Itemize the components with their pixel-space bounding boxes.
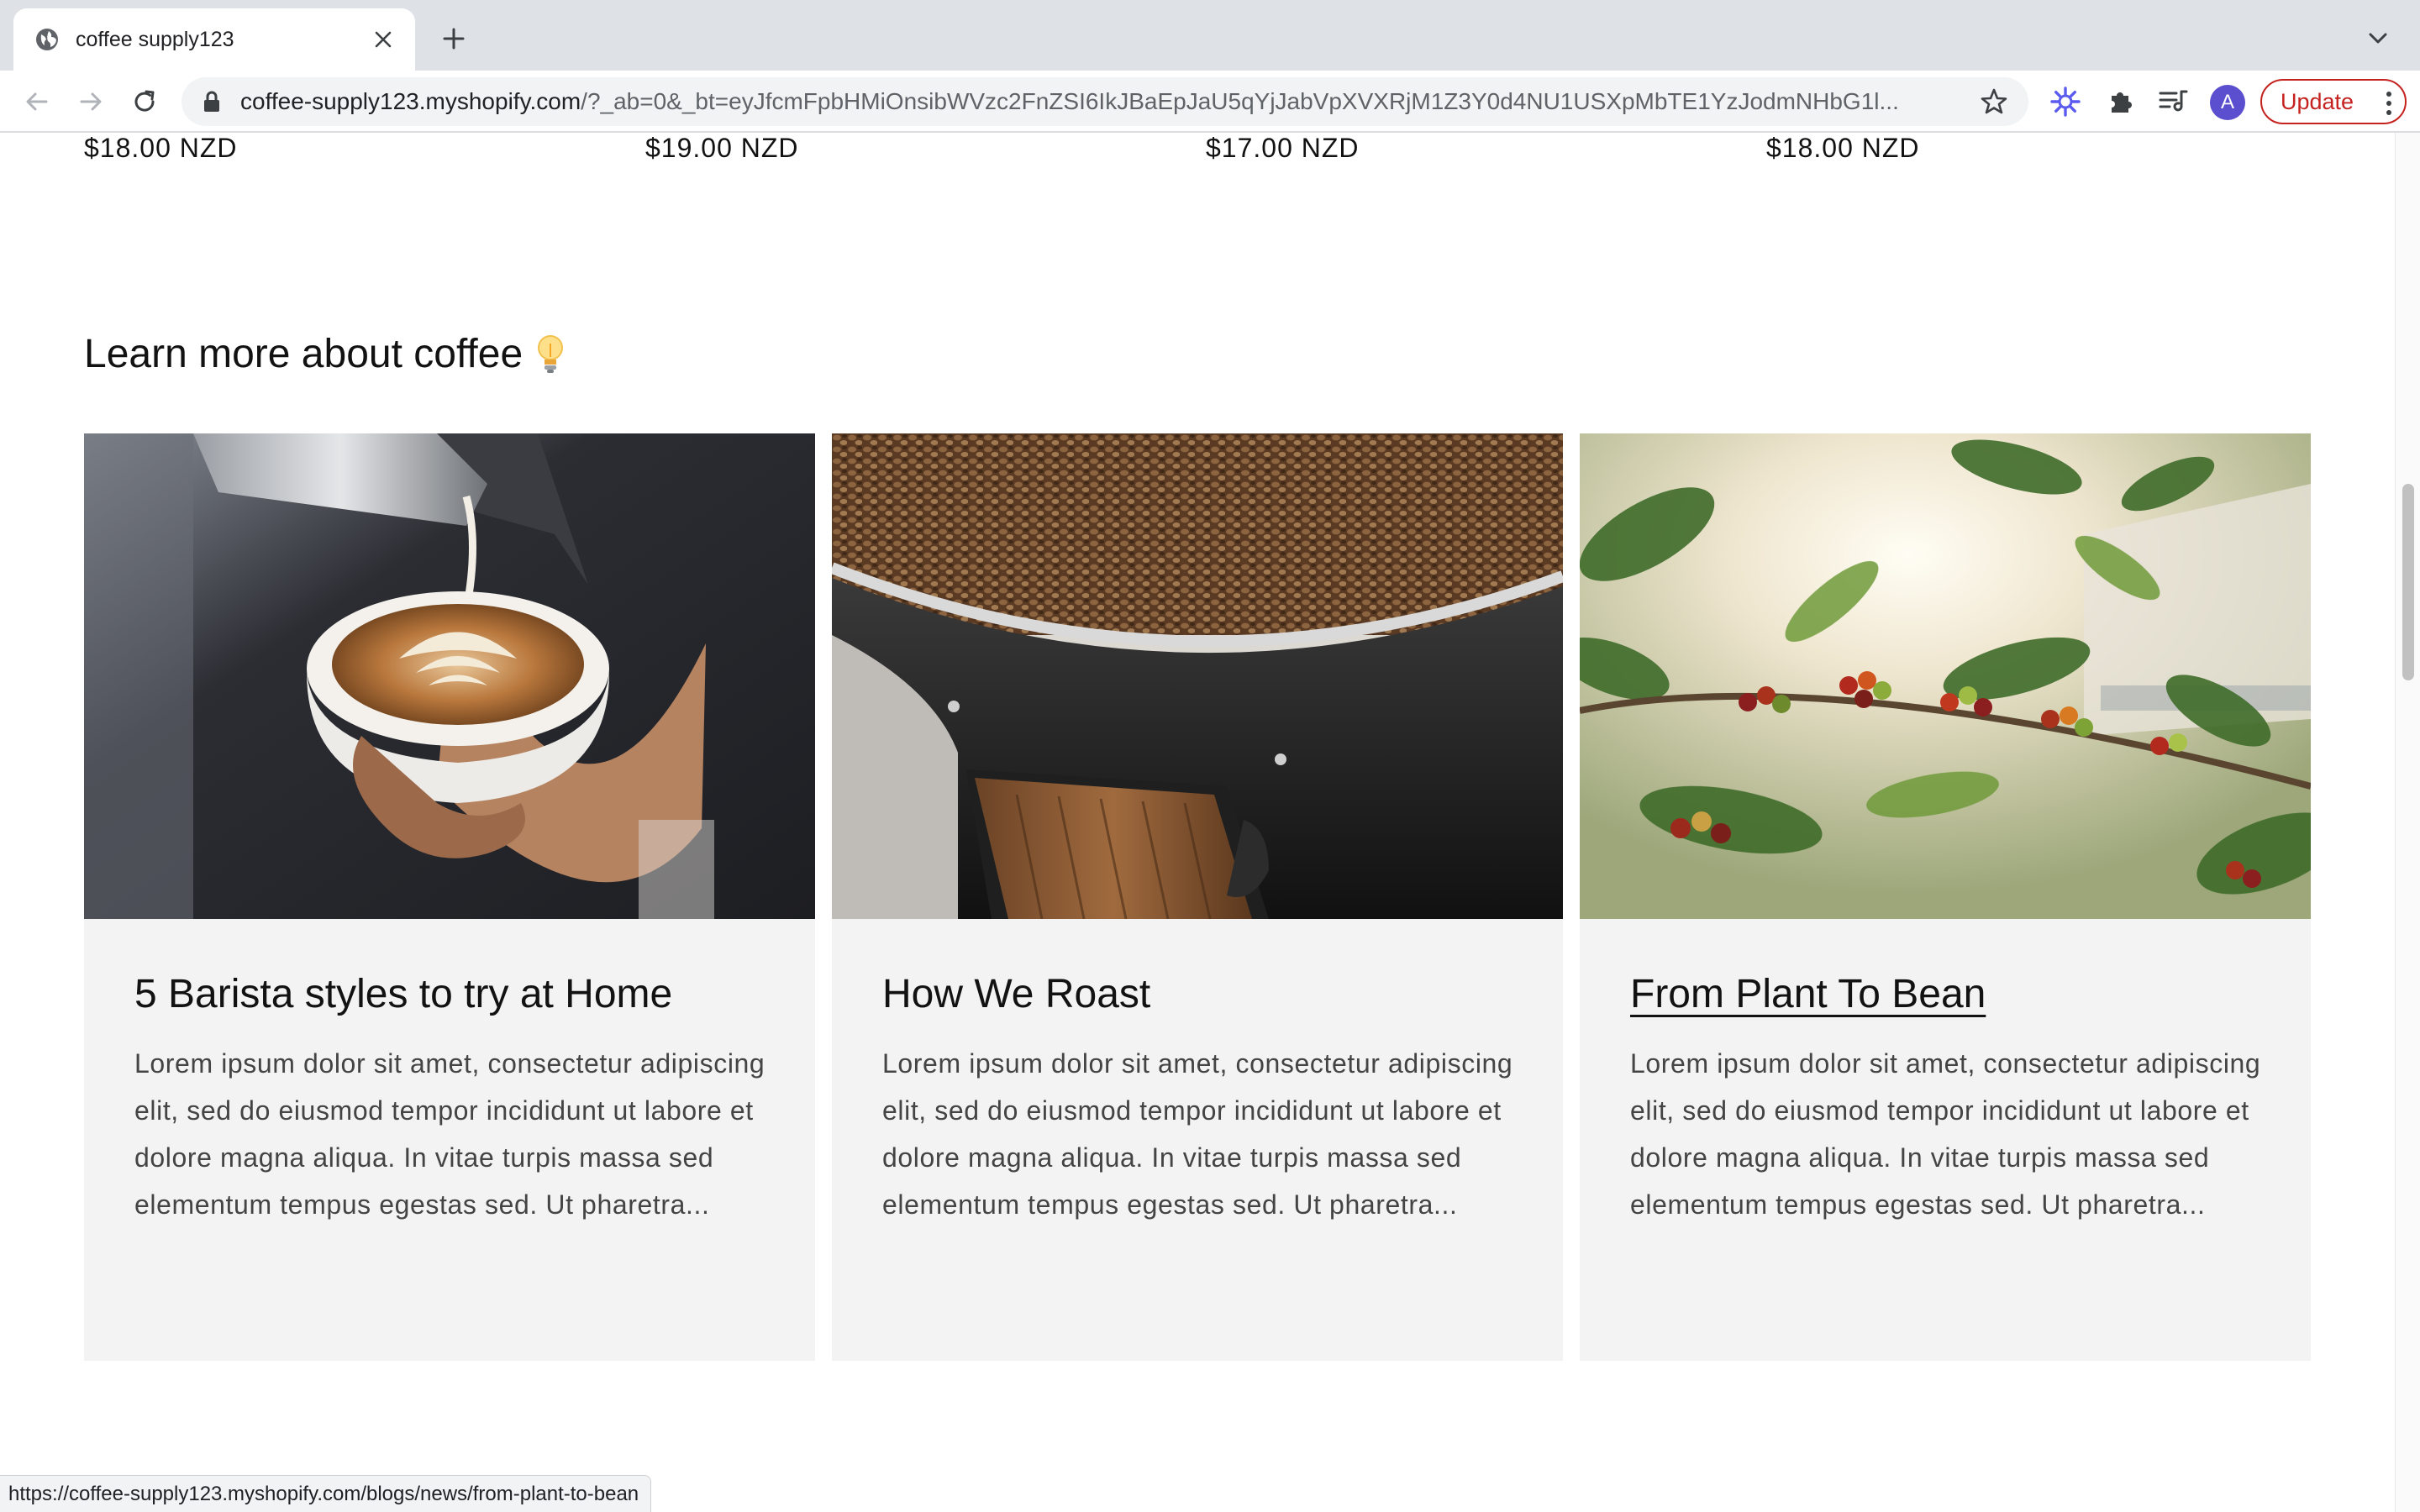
article-excerpt: Lorem ipsum dolor sit amet, consectetur … bbox=[134, 1048, 765, 1220]
article-image[interactable] bbox=[832, 433, 1563, 919]
plus-icon bbox=[443, 28, 465, 50]
url-text[interactable]: coffee-supply123.myshopify.com/?_ab=0&_b… bbox=[240, 88, 1965, 115]
playlist-icon bbox=[2159, 90, 2188, 112]
article-image[interactable] bbox=[1580, 433, 2311, 919]
product-price: $18.00 NZD bbox=[84, 133, 238, 163]
update-label: Update bbox=[2281, 88, 2354, 114]
url-host: coffee-supply123.myshopify.com bbox=[240, 88, 581, 114]
browser-toolbar: coffee-supply123.myshopify.com/?_ab=0&_b… bbox=[0, 71, 2420, 133]
link-status-bar: https://coffee-supply123.myshopify.com/b… bbox=[0, 1475, 652, 1512]
globe-icon bbox=[36, 29, 58, 50]
article-title-link[interactable]: How We Roast bbox=[882, 971, 1150, 1017]
blog-section-title: Learn more about coffee bbox=[84, 331, 566, 377]
tab-title: coffee supply123 bbox=[76, 27, 234, 51]
forward-button[interactable] bbox=[71, 81, 111, 122]
browser-tab[interactable]: coffee supply123 bbox=[13, 8, 415, 71]
back-button[interactable] bbox=[17, 81, 57, 122]
puzzle-icon bbox=[2112, 92, 2132, 113]
page-scrollbar[interactable] bbox=[2395, 133, 2420, 1512]
arrow-right-icon bbox=[80, 92, 102, 111]
extension-sparkle-button[interactable] bbox=[2049, 85, 2082, 118]
lock-icon[interactable] bbox=[200, 90, 224, 113]
new-tab-button[interactable] bbox=[434, 18, 474, 59]
sparkle-icon bbox=[2050, 87, 2081, 117]
extensions-button[interactable] bbox=[2104, 85, 2138, 118]
latte-art-image bbox=[84, 433, 815, 919]
article-title-link[interactable]: From Plant To Bean bbox=[1630, 971, 1986, 1017]
more-vert-icon bbox=[2386, 92, 2391, 115]
coffee-roaster-image bbox=[832, 433, 1563, 919]
product-price: $19.00 NZD bbox=[645, 133, 799, 163]
profile-avatar[interactable]: A bbox=[2210, 85, 2245, 120]
reload-button[interactable] bbox=[124, 81, 165, 122]
chevron-down-icon bbox=[2369, 33, 2387, 44]
browser-tab-strip: coffee supply123 bbox=[0, 0, 2420, 71]
blog-card[interactable]: 5 Barista styles to try at Home Lorem ip… bbox=[84, 433, 815, 1361]
star-icon[interactable] bbox=[1980, 87, 2008, 116]
url-path: /?_ab=0&_bt=eyJfcmFpbHMiOnsibWVzc2FnZSI6… bbox=[581, 88, 1899, 114]
article-title-link[interactable]: 5 Barista styles to try at Home bbox=[134, 971, 672, 1017]
reload-icon bbox=[134, 90, 155, 112]
product-price: $17.00 NZD bbox=[1206, 133, 1360, 163]
scrollbar-thumb[interactable] bbox=[2402, 484, 2414, 680]
light-bulb-icon bbox=[538, 334, 564, 373]
coffee-cherries-image bbox=[1580, 433, 2311, 919]
blog-card[interactable]: From Plant To Bean Lorem ipsum dolor sit… bbox=[1580, 433, 2311, 1361]
product-price: $18.00 NZD bbox=[1766, 133, 1920, 163]
article-excerpt: Lorem ipsum dolor sit amet, consectetur … bbox=[1630, 1048, 2261, 1220]
page-content: $18.00 NZD $19.00 NZD $17.00 NZD $18.00 … bbox=[0, 133, 2395, 1512]
arrow-left-icon bbox=[26, 92, 48, 111]
blog-section-title-text: Learn more about coffee bbox=[84, 332, 523, 376]
tab-search-button[interactable] bbox=[2363, 24, 2393, 54]
close-icon bbox=[375, 31, 392, 48]
article-excerpt: Lorem ipsum dolor sit amet, consectetur … bbox=[882, 1048, 1513, 1220]
blog-card[interactable]: How We Roast Lorem ipsum dolor sit amet,… bbox=[832, 433, 1563, 1361]
media-controls-button[interactable] bbox=[2156, 85, 2190, 118]
close-tab-button[interactable] bbox=[368, 24, 398, 55]
article-image[interactable] bbox=[84, 433, 815, 919]
address-bar[interactable]: coffee-supply123.myshopify.com/?_ab=0&_b… bbox=[182, 77, 2028, 126]
update-button[interactable]: Update bbox=[2260, 79, 2407, 124]
